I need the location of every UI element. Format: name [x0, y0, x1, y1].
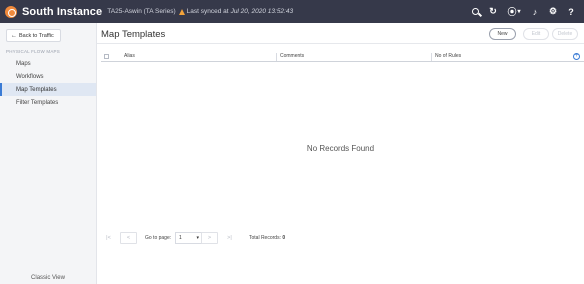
- question-icon[interactable]: ?: [562, 0, 580, 23]
- delete-button[interactable]: Delete: [552, 28, 578, 40]
- empty-message: No Records Found: [306, 144, 375, 153]
- column-alias[interactable]: Alias: [124, 53, 135, 59]
- back-to-traffic-button[interactable]: ← Back to Traffic: [6, 29, 61, 42]
- chevron-down-icon: ▾: [196, 235, 199, 241]
- column-separator: [276, 53, 277, 61]
- total-records-label: Total Records:: [249, 235, 281, 241]
- total-records: Total Records: 0: [249, 232, 285, 244]
- sidebar-item-label: Maps: [16, 60, 31, 67]
- warning-icon: [178, 8, 185, 15]
- section-title: PHYSICAL FLOW MAPS: [6, 49, 60, 54]
- prev-page-button[interactable]: <: [120, 232, 137, 244]
- logo-icon: [5, 5, 17, 18]
- sync-time: Jul 20, 2020 13:52:43: [230, 8, 294, 15]
- top-icons: ↻ ⦿ ▾ ♪ ⚙ ?: [466, 0, 580, 23]
- search-icon[interactable]: [466, 0, 484, 23]
- bell-icon[interactable]: ♪: [526, 0, 544, 23]
- next-page-button[interactable]: >: [201, 232, 218, 244]
- sidebar-item-filter-templates[interactable]: Filter Templates: [0, 96, 96, 109]
- divider: [97, 43, 584, 44]
- page-select-value: 1: [179, 235, 182, 241]
- help-icon[interactable]: ⦿ ▾: [502, 0, 526, 23]
- sidebar-item-label: Map Templates: [16, 86, 57, 93]
- table-header: Alias Comments No of Rules +: [101, 52, 584, 62]
- edit-button[interactable]: Edit: [523, 28, 549, 40]
- back-button-label: Back to Traffic: [19, 32, 54, 39]
- column-no-of-rules[interactable]: No of Rules: [435, 53, 461, 59]
- goto-page-label: Go to page:: [145, 235, 172, 241]
- refresh-icon[interactable]: ↻: [484, 0, 502, 23]
- sidebar-item-workflows[interactable]: Workflows: [0, 70, 96, 83]
- sidebar-item-map-templates[interactable]: Map Templates: [0, 83, 96, 96]
- sync-label: Last synced at: [186, 8, 229, 15]
- page-select[interactable]: 1 ▾: [175, 232, 203, 244]
- instance-name: TA25-Aswin (TA Series): [107, 8, 176, 15]
- column-comments[interactable]: Comments: [280, 53, 304, 59]
- first-page-icon[interactable]: |<: [104, 232, 113, 244]
- gear-icon[interactable]: ⚙: [544, 0, 562, 23]
- classic-view-link[interactable]: Classic View: [0, 275, 96, 281]
- sidebar-item-maps[interactable]: Maps: [0, 57, 96, 70]
- select-all-checkbox[interactable]: [104, 54, 109, 59]
- arrow-left-icon: ←: [11, 32, 17, 39]
- page-title: Map Templates: [101, 29, 166, 40]
- column-separator: [431, 53, 432, 61]
- sidebar-item-label: Filter Templates: [16, 99, 59, 106]
- top-bar: South Instance TA25-Aswin (TA Series) La…: [0, 0, 584, 23]
- sidebar-item-label: Workflows: [16, 73, 44, 80]
- add-column-icon[interactable]: +: [573, 53, 580, 60]
- app-name[interactable]: South Instance: [22, 6, 102, 18]
- sidebar: ← Back to Traffic PHYSICAL FLOW MAPS Map…: [0, 23, 97, 284]
- last-page-icon[interactable]: >|: [225, 232, 234, 244]
- pagination: |< < Go to page: 1 ▾ > >| Total Records:…: [104, 232, 404, 244]
- main-content: Map Templates New Edit Delete Alias Comm…: [97, 23, 584, 284]
- total-records-value: 0: [282, 235, 286, 241]
- new-button[interactable]: New: [489, 28, 516, 40]
